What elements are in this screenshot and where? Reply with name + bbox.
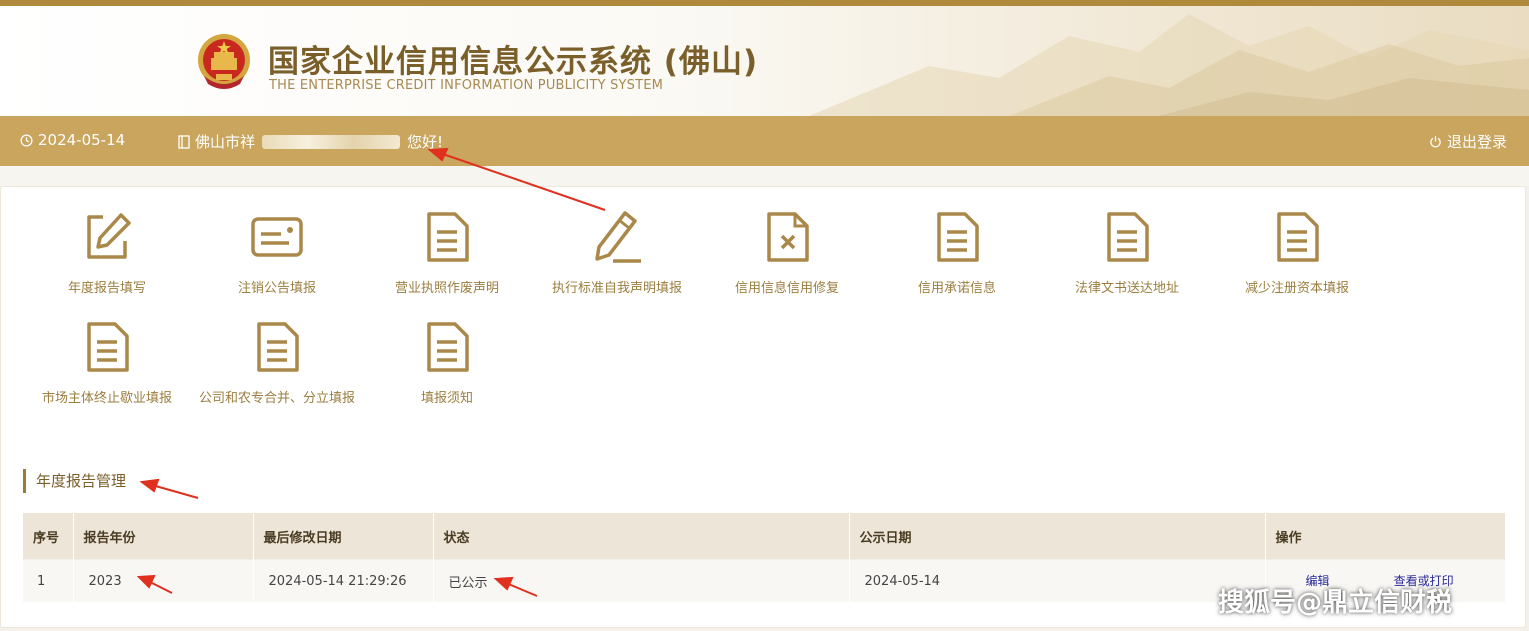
clock-icon [20, 133, 33, 147]
func-label: 公司和农专合并、分立填报 [198, 391, 355, 406]
greeting-text: 您好! [407, 133, 444, 151]
func-annual-report[interactable]: 年度报告填写 [22, 211, 192, 296]
col-header-status: 状态 [433, 513, 850, 560]
cell-year: 2023 [73, 559, 254, 602]
col-header-publish-date: 公示日期 [849, 513, 1266, 560]
func-label: 执行标准自我声明填报 [551, 281, 682, 296]
document-icon [87, 322, 129, 372]
document-x-icon [767, 212, 809, 262]
main-panel: 年度报告填写 注销公告填报 营业执照作废声明 执行标准自我声明填报 信用信息信用… [0, 186, 1526, 628]
document-icon [257, 322, 299, 372]
func-label: 填报须知 [420, 391, 473, 406]
func-label: 营业执照作废声明 [394, 281, 499, 296]
func-capital-reduction[interactable]: 减少注册资本填报 [1212, 211, 1382, 296]
site-subtitle: THE ENTERPRISE CREDIT INFORMATION PUBLIC… [269, 78, 664, 93]
current-date: 2024-05-14 [20, 131, 125, 149]
mountain-decoration [809, 14, 1529, 116]
info-bar: 2024-05-14 佛山市祥 您好! 退出登录 [0, 116, 1529, 166]
national-emblem-icon [198, 34, 250, 89]
func-standard-declaration[interactable]: 执行标准自我声明填报 [532, 211, 702, 296]
document-icon [427, 322, 469, 372]
logout-label: 退出登录 [1446, 133, 1507, 151]
col-header-actions: 操作 [1265, 513, 1506, 560]
table-header-row: 序号 报告年份 最后修改日期 状态 公示日期 操作 [23, 513, 1506, 560]
date-text: 2024-05-14 [38, 131, 126, 149]
site-title: 国家企业信用信息公示系统 (佛山) [268, 44, 759, 80]
func-merger-split[interactable]: 公司和农专合并、分立填报 [192, 321, 362, 406]
func-label: 年度报告填写 [67, 281, 146, 296]
func-label: 减少注册资本填报 [1244, 281, 1349, 296]
document-icon [427, 212, 469, 262]
company-name-blurred [262, 134, 401, 149]
card-icon [251, 217, 303, 257]
pencil-icon [595, 211, 641, 263]
book-icon [178, 134, 190, 149]
document-icon [937, 212, 979, 262]
cell-status: 已公示 [433, 559, 850, 602]
func-termination[interactable]: 市场主体终止歇业填报 [22, 321, 192, 406]
func-label: 信用信息信用修复 [734, 281, 839, 296]
edit-icon [87, 213, 131, 259]
spacer-band [0, 166, 1529, 186]
col-header-year: 报告年份 [73, 513, 254, 560]
section-title-annual-report: 年度报告管理 [23, 469, 126, 493]
cell-index: 1 [23, 559, 74, 602]
func-cancellation-notice[interactable]: 注销公告填报 [192, 211, 362, 296]
func-label: 市场主体终止歇业填报 [41, 391, 172, 406]
logout-button[interactable]: 退出登录 [1429, 131, 1507, 152]
company-name-prefix: 佛山市祥 [195, 133, 256, 151]
func-label: 法律文书送达地址 [1074, 281, 1179, 296]
document-icon [1107, 212, 1149, 262]
func-credit-repair[interactable]: 信用信息信用修复 [702, 211, 872, 296]
func-label: 信用承诺信息 [917, 281, 996, 296]
power-icon [1430, 135, 1441, 148]
cell-publish-date: 2024-05-14 [849, 559, 1266, 602]
site-header: 国家企业信用信息公示系统 (佛山) THE ENTERPRISE CREDIT … [0, 6, 1529, 116]
user-greeting: 佛山市祥 您好! [178, 131, 443, 152]
func-license-void[interactable]: 营业执照作废声明 [362, 211, 532, 296]
document-icon [1277, 212, 1319, 262]
cell-modified: 2024-05-14 21:29:26 [253, 559, 434, 602]
func-filing-notice[interactable]: 填报须知 [362, 321, 532, 406]
col-header-index: 序号 [23, 513, 74, 560]
watermark-text: 搜狐号@鼎立信财税 [1218, 588, 1453, 618]
func-label: 注销公告填报 [237, 281, 316, 296]
col-header-modified: 最后修改日期 [253, 513, 434, 560]
func-legal-address[interactable]: 法律文书送达地址 [1042, 211, 1212, 296]
func-credit-commitment[interactable]: 信用承诺信息 [872, 211, 1042, 296]
